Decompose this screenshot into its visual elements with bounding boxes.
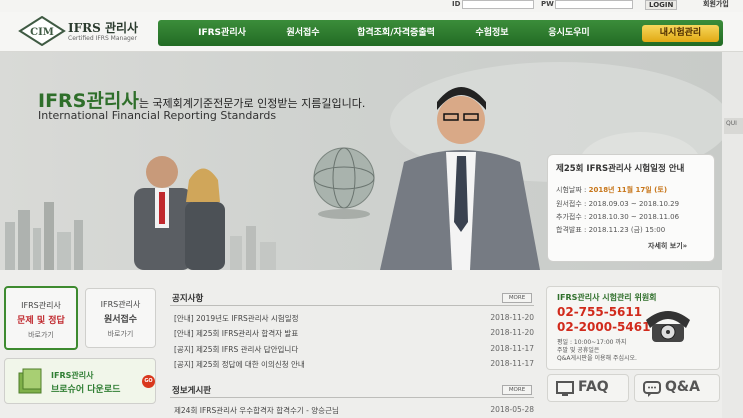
logo-subtitle: Certified IFRS Manager (68, 35, 137, 42)
tile-caption: IFRS관리사 (100, 300, 141, 309)
brochure-download-tile[interactable]: IFRS관리사 브로슈어 다운로드 GO (4, 358, 156, 404)
schedule-row-apply: 원서접수 : 2018.09.03 ~ 2018.10.29 (556, 200, 680, 208)
notice-date: 2018-11-17 (490, 344, 534, 353)
notice-more-button[interactable]: MORE (502, 293, 532, 303)
join-link[interactable]: 회원가입 (700, 0, 732, 10)
schedule-more-link[interactable]: 자세히 보기» (648, 241, 687, 251)
tile-shortcut: 바로가기 (107, 330, 134, 338)
schedule-row-date: 시험날짜 : 2018년 11월 17일 (토) (556, 186, 668, 194)
id-input[interactable] (462, 0, 534, 9)
schedule-label: 합격발표 (556, 226, 582, 234)
nav-item-helper[interactable]: 응시도우미 (530, 20, 608, 46)
brochure-title: 브로슈어 다운로드 (51, 385, 121, 395)
skyline-graphic (5, 202, 276, 270)
tile-title: 문제 및 정답 (17, 316, 65, 326)
tile-shortcut: 바로가기 (28, 331, 54, 339)
logo-text[interactable]: IFRS 관리사 (68, 19, 138, 36)
schedule-label: 시험날짜 (556, 186, 582, 194)
notice-item[interactable]: [공지] 제25회 정답에 대한 이의신청 안내 2018-11-17 (174, 359, 534, 371)
pw-label: PW (541, 0, 554, 8)
schedule-row-result: 합격발표 : 2018.11.23 (금) 15:00 (556, 226, 666, 234)
notice-item[interactable]: [공지] 제25회 IFRS 관리사 답안입니다 2018-11-17 (174, 344, 534, 356)
nav-item-exam-info[interactable]: 수험정보 (458, 20, 526, 46)
schedule-label: 추가접수 (556, 213, 582, 221)
board-divider (170, 397, 534, 398)
right-strip (722, 52, 743, 418)
hero-subtitle: International Financial Reporting Standa… (38, 109, 277, 122)
contact-note: Q&A게시판을 이용해 주십시오. (557, 355, 637, 362)
nav-item-apply[interactable]: 원서접수 (268, 20, 338, 46)
schedule-value: 2018.11.23 (금) 15:00 (588, 226, 666, 234)
notice-divider (170, 305, 534, 306)
notice-text: [공지] 제25회 정답에 대한 이의신청 안내 (174, 360, 305, 369)
page: ID PW LOGIN 회원가입 CIM IFRS 관리사 Certified … (0, 0, 743, 418)
login-button[interactable]: LOGIN (645, 0, 678, 10)
board-date: 2018-05-28 (490, 405, 534, 414)
contact-phone-2: 02-2000-5461 (557, 320, 651, 334)
go-icon[interactable]: GO (142, 375, 155, 388)
my-exam-button[interactable]: 내시험관리 (642, 25, 719, 42)
nav-item-ifrs[interactable]: IFRS관리사 (176, 20, 268, 46)
svg-text:CIM: CIM (30, 27, 54, 38)
schedule-title: 제25회 IFRS관리사 시험일정 안내 (556, 164, 685, 174)
exam-schedule-box: 제25회 IFRS관리사 시험일정 안내 시험날짜 : 2018년 11월 17… (547, 154, 715, 262)
login-bar: ID PW LOGIN 회원가입 (0, 0, 743, 12)
tile-title: 원서접수 (103, 315, 138, 325)
schedule-value: 2018년 11월 17일 (토) (588, 186, 668, 194)
notice-item[interactable]: [안내] 제25회 IFRS관리사 합격자 발표 2018-11-20 (174, 328, 534, 340)
notice-item[interactable]: [안내] 2019년도 IFRS관리사 시험일정 2018-11-20 (174, 313, 534, 325)
contact-phone-1: 02-755-5611 (557, 305, 643, 319)
notice-text: [공지] 제25회 IFRS 관리사 답안입니다 (174, 345, 299, 354)
board-section-title: 정보게시판 (172, 386, 212, 396)
schedule-value: 2018.10.30 ~ 2018.11.06 (588, 213, 680, 221)
brochure-book-icon (18, 368, 42, 394)
quick-menu-tab[interactable]: QUI (724, 118, 743, 134)
notice-date: 2018-11-17 (490, 359, 534, 368)
apply-tile[interactable]: IFRS관리사 원서접수 바로가기 (85, 288, 156, 348)
telephone-icon (646, 311, 690, 342)
answer-key-tile[interactable]: IFRS관리사 문제 및 정답 바로가기 (4, 286, 78, 350)
notice-date: 2018-11-20 (490, 328, 534, 337)
qna-button[interactable]: Q&A (634, 374, 720, 402)
board-text: 제24회 IFRS관리사 우수합격자 합격수기 - 양승근님 (174, 406, 339, 415)
main-nav: IFRS관리사 원서접수 합격조회/자격증출력 수험정보 응시도우미 (158, 20, 723, 46)
qna-label: Q&A (665, 379, 700, 395)
schedule-value: 2018.09.03 ~ 2018.10.29 (588, 200, 680, 208)
chat-icon (643, 381, 661, 397)
schedule-label: 원서접수 (556, 200, 582, 208)
schedule-row-extra: 추가접수 : 2018.10.30 ~ 2018.11.06 (556, 213, 680, 221)
notice-text: [안내] 제25회 IFRS관리사 합격자 발표 (174, 329, 299, 338)
pw-input[interactable] (555, 0, 633, 9)
nav-item-result[interactable]: 합격조회/자격증출력 (341, 20, 451, 46)
brochure-caption: IFRS관리사 (51, 371, 94, 380)
notice-date: 2018-11-20 (490, 313, 534, 322)
board-item[interactable]: 제24회 IFRS관리사 우수합격자 합격수기 - 양승근님 2018-05-28 (174, 405, 534, 417)
id-label: ID (452, 0, 461, 8)
tile-caption: IFRS관리사 (21, 301, 61, 310)
faq-label: FAQ (578, 379, 609, 395)
board-more-button[interactable]: MORE (502, 385, 532, 395)
logo-icon[interactable]: CIM (18, 16, 66, 46)
monitor-icon (556, 381, 574, 396)
notice-text: [안내] 2019년도 IFRS관리사 시험일정 (174, 314, 299, 323)
faq-button[interactable]: FAQ (547, 374, 629, 402)
notice-section-title: 공지사항 (172, 294, 204, 304)
